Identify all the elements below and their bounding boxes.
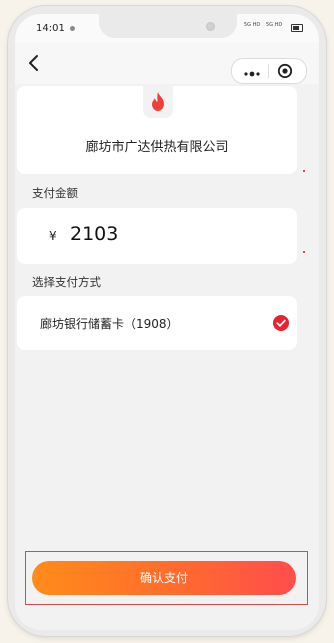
confirm-payment-button[interactable]: 确认支付 xyxy=(32,561,296,595)
back-button[interactable] xyxy=(23,52,45,74)
chevron-left-icon xyxy=(29,55,38,71)
signal-indicator-2: 5G HD xyxy=(266,22,283,28)
merchant-name: 廊坊市广达供热有限公司 xyxy=(85,140,229,155)
payment-method-option[interactable]: 廊坊银行储蓄卡（1908） xyxy=(17,296,297,350)
check-circle-icon xyxy=(273,315,289,331)
method-section-label: 选择支付方式 xyxy=(32,275,101,289)
capsule-divider xyxy=(268,64,269,78)
more-button[interactable] xyxy=(240,65,264,77)
amount-section-label: 支付金额 xyxy=(32,186,78,200)
close-mini-program-button[interactable] xyxy=(276,62,294,80)
target-icon xyxy=(277,63,293,79)
flame-icon xyxy=(152,92,164,111)
status-dot-icon xyxy=(70,26,75,31)
status-time: 14:01 xyxy=(36,23,65,34)
camera-icon xyxy=(206,22,215,31)
notch xyxy=(99,14,237,38)
battery-icon xyxy=(291,24,303,32)
red-marker xyxy=(303,170,305,172)
red-marker xyxy=(303,251,305,253)
amount-value: 2103 xyxy=(70,223,119,245)
status-bar: 14:01 5G HD 5G HD xyxy=(15,14,319,42)
amount-card[interactable]: ¥ 2103 xyxy=(17,208,297,264)
merchant-card: 廊坊市广达供热有限公司 xyxy=(17,86,297,174)
bank-card-name: 廊坊银行储蓄卡（1908） xyxy=(40,317,179,331)
mini-program-capsule xyxy=(231,58,307,84)
nav-bar xyxy=(15,42,319,84)
merchant-logo xyxy=(143,86,173,118)
currency-symbol: ¥ xyxy=(49,229,57,243)
signal-indicator-1: 5G HD xyxy=(244,22,261,28)
more-dots-icon xyxy=(244,71,260,77)
